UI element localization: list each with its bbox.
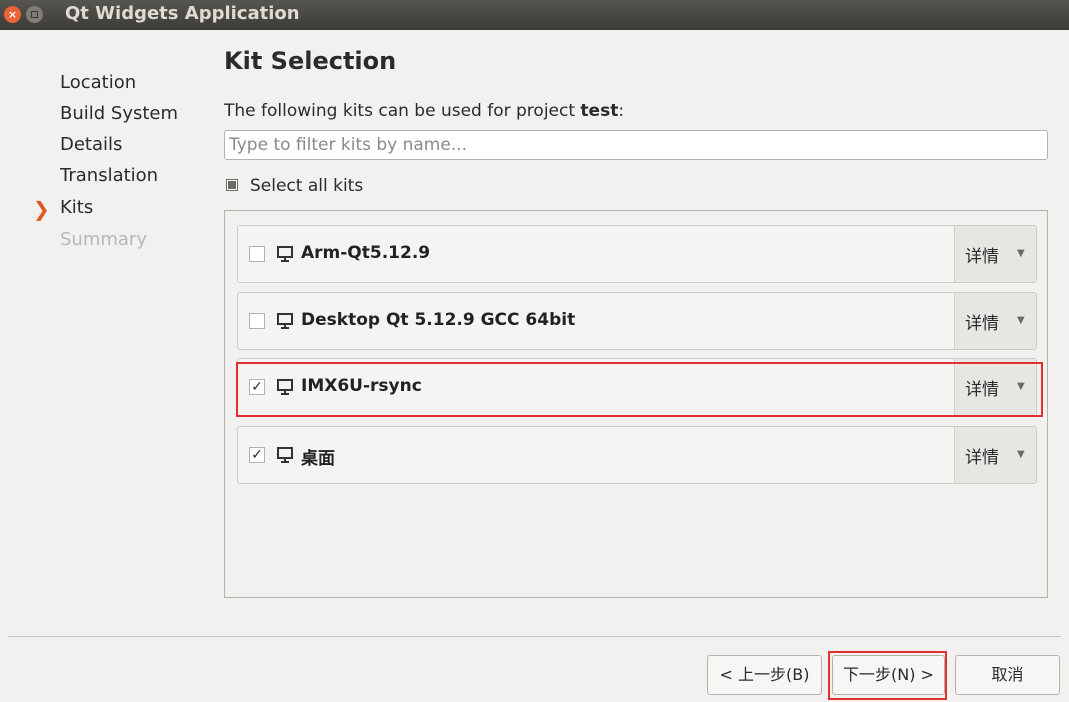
page-subtitle: The following kits can be used for proje…: [224, 101, 624, 121]
monitor-icon: [277, 313, 293, 329]
details-label: 详情: [965, 247, 999, 267]
kit-checkbox-checked[interactable]: ✓: [249, 379, 265, 395]
kit-row[interactable]: Arm-Qt5.12.9 详情 ▼: [237, 225, 1037, 283]
kit-name: Arm-Qt5.12.9: [301, 243, 431, 263]
kit-checkbox-unchecked[interactable]: [249, 313, 265, 329]
details-label: 详情: [965, 314, 999, 334]
select-all-label: Select all kits: [250, 176, 364, 196]
monitor-icon: [277, 447, 293, 463]
page-title: Kit Selection: [224, 47, 397, 75]
subtitle-colon: :: [618, 101, 625, 121]
details-label: 详情: [965, 380, 999, 400]
dropdown-caret-icon: ▼: [1017, 449, 1025, 460]
kit-row[interactable]: ✓ IMX6U-rsync 详情 ▼: [237, 358, 1037, 416]
kit-list-panel[interactable]: Arm-Qt5.12.9 详情 ▼ Desktop Qt 5.12.9 GCC …: [224, 210, 1048, 598]
monitor-icon: [277, 246, 293, 262]
subtitle-text: The following kits can be used for proje…: [224, 101, 581, 121]
kit-name: Desktop Qt 5.12.9 GCC 64bit: [301, 310, 576, 330]
title-bar: × Qt Widgets Application: [0, 0, 1069, 30]
dropdown-caret-icon: ▼: [1017, 315, 1025, 326]
kit-details-button[interactable]: 详情 ▼: [954, 293, 1036, 349]
close-window-button[interactable]: ×: [4, 6, 21, 23]
kit-filter-input[interactable]: [224, 130, 1048, 160]
kit-checkbox-checked[interactable]: ✓: [249, 447, 265, 463]
dropdown-caret-icon: ▼: [1017, 248, 1025, 259]
dropdown-caret-icon: ▼: [1017, 381, 1025, 392]
kit-details-button[interactable]: 详情 ▼: [954, 226, 1036, 282]
nav-item-kits: Kits: [60, 197, 94, 218]
window-title: Qt Widgets Application: [65, 3, 300, 24]
cancel-button[interactable]: 取消: [955, 655, 1060, 695]
kit-details-button[interactable]: 详情 ▼: [954, 427, 1036, 483]
minimize-window-button[interactable]: [26, 6, 43, 23]
kit-row[interactable]: ✓ 桌面 详情 ▼: [237, 426, 1037, 484]
kit-details-button[interactable]: 详情 ▼: [954, 359, 1036, 415]
project-name: test: [580, 101, 619, 121]
nav-item-translation: Translation: [60, 165, 159, 186]
monitor-icon: [277, 379, 293, 395]
kit-name: 桌面: [301, 449, 335, 469]
nav-item-summary: Summary: [60, 229, 147, 250]
details-label: 详情: [965, 448, 999, 468]
next-button[interactable]: 下一步(N) >: [832, 655, 945, 695]
select-all-partial-checkbox-icon[interactable]: [226, 179, 238, 191]
current-step-arrow-icon: ❯: [33, 197, 50, 221]
nav-item-details: Details: [60, 134, 123, 155]
nav-item-location: Location: [60, 72, 137, 93]
kit-name: IMX6U-rsync: [301, 376, 422, 396]
kit-checkbox-unchecked[interactable]: [249, 246, 265, 262]
nav-item-build-system: Build System: [60, 103, 179, 124]
divider: [8, 636, 1061, 637]
back-button[interactable]: < 上一步(B): [707, 655, 822, 695]
kit-row[interactable]: Desktop Qt 5.12.9 GCC 64bit 详情 ▼: [237, 292, 1037, 350]
